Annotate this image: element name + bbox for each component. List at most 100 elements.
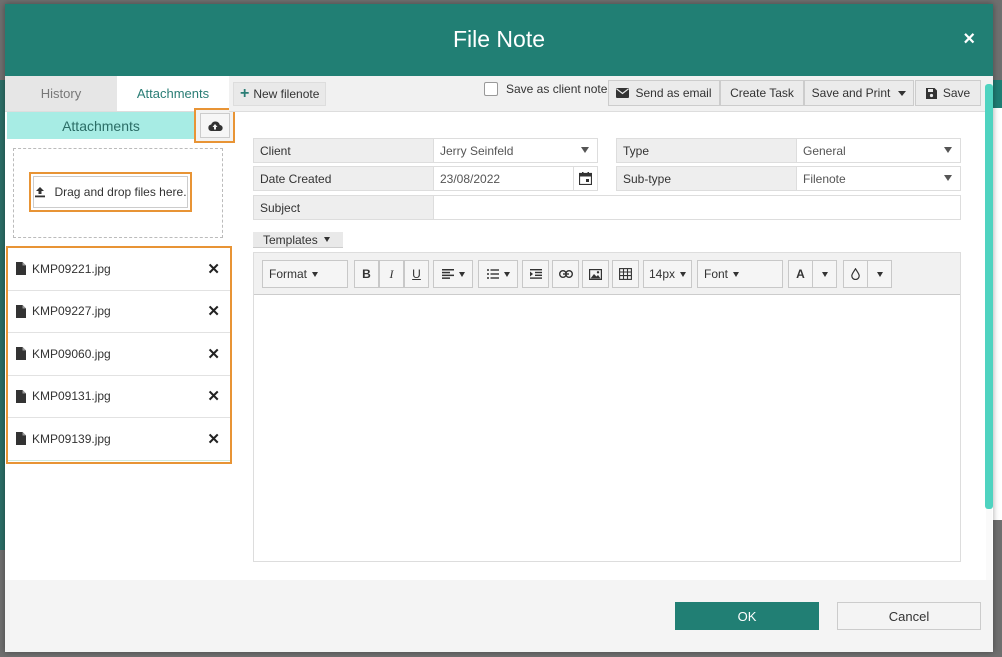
indent-icon <box>529 269 542 279</box>
tab-history[interactable]: History <box>5 76 117 111</box>
date-input[interactable]: 23/08/2022 <box>434 167 597 190</box>
underline-button[interactable]: U <box>404 260 429 288</box>
subtype-select[interactable]: Filenote <box>797 167 960 190</box>
list-item[interactable]: KMP09221.jpg ✕ <box>8 248 230 291</box>
subject-input[interactable] <box>434 196 960 219</box>
editor-content[interactable] <box>254 296 960 561</box>
drag-drop-label: Drag and drop files here. <box>54 185 187 199</box>
image-icon <box>589 268 602 280</box>
editor-toolbar: Format B I U 14px Font A <box>254 253 960 295</box>
chevron-down-icon <box>581 147 589 153</box>
rich-text-editor: Format B I U 14px Font A <box>253 252 961 562</box>
font-size-value: 14px <box>648 267 676 281</box>
list-dropdown[interactable] <box>478 260 518 288</box>
remove-file-icon[interactable]: ✕ <box>207 387 220 405</box>
bullet-list-icon <box>486 269 499 279</box>
upload-icon <box>35 187 46 198</box>
list-item[interactable]: KMP09131.jpg ✕ <box>8 376 230 418</box>
subject-row: Subject <box>253 195 961 220</box>
text-color-button[interactable]: A <box>788 260 813 288</box>
new-filenote-label: New filenote <box>253 87 320 101</box>
caret-down-icon <box>312 271 319 277</box>
upload-button[interactable] <box>194 108 235 143</box>
templates-label: Templates <box>263 232 318 247</box>
file-name: KMP09060.jpg <box>32 346 111 361</box>
save-as-client-note-label: Save as client note <box>506 82 608 96</box>
remove-file-icon[interactable]: ✕ <box>207 345 220 363</box>
align-left-icon <box>441 269 454 279</box>
list-item[interactable]: KMP09227.jpg ✕ <box>8 291 230 333</box>
client-row: Client Jerry Seinfeld <box>253 138 598 163</box>
italic-button[interactable]: I <box>379 260 404 288</box>
type-select[interactable]: General <box>797 139 960 162</box>
caret-down-icon <box>898 90 907 96</box>
align-dropdown[interactable] <box>433 260 473 288</box>
caret-down-icon <box>503 271 510 277</box>
calendar-icon[interactable] <box>573 167 597 190</box>
tab-attachments[interactable]: Attachments <box>117 76 229 111</box>
send-as-email-button[interactable]: Send as email <box>608 80 720 106</box>
background-color-button[interactable] <box>843 260 868 288</box>
left-panel: History Attachments Attachments Drag and… <box>5 76 235 580</box>
save-as-client-note[interactable]: Save as client note <box>484 82 607 96</box>
font-size-dropdown[interactable]: 14px <box>643 260 692 288</box>
subtype-row: Sub-type Filenote <box>616 166 961 191</box>
format-dropdown[interactable]: Format <box>262 260 348 288</box>
table-icon <box>619 268 632 280</box>
type-row: Type General <box>616 138 961 163</box>
caret-down-icon <box>821 271 828 277</box>
remove-file-icon[interactable]: ✕ <box>207 260 220 278</box>
caret-down-icon <box>876 271 883 277</box>
dialog-title: File Note <box>452 26 546 52</box>
remove-file-icon[interactable]: ✕ <box>207 430 220 448</box>
save-and-print-label: Save and Print <box>811 86 891 100</box>
subject-label: Subject <box>254 196 434 219</box>
image-button[interactable] <box>582 260 609 288</box>
save-and-print-button[interactable]: Save and Print <box>804 80 914 106</box>
save-button[interactable]: Save <box>915 80 981 106</box>
format-label: Format <box>269 267 308 281</box>
client-select[interactable]: Jerry Seinfeld <box>434 139 597 162</box>
font-family-dropdown[interactable]: Font <box>697 260 783 288</box>
subtype-value: Filenote <box>803 171 846 186</box>
save-as-client-note-checkbox[interactable] <box>484 82 498 96</box>
save-label: Save <box>942 86 971 100</box>
caret-down-icon <box>458 271 465 277</box>
dialog-body: History Attachments Attachments Drag and… <box>5 76 993 580</box>
indent-button[interactable] <box>522 260 549 288</box>
close-icon[interactable]: × <box>963 28 975 51</box>
floppy-disk-icon <box>925 87 937 99</box>
background-color-dropdown[interactable] <box>867 260 892 288</box>
chevron-down-icon <box>944 175 952 181</box>
templates-dropdown[interactable]: Templates <box>253 232 343 248</box>
file-icon <box>16 304 26 318</box>
dialog-footer: OK Cancel <box>5 580 993 652</box>
client-value: Jerry Seinfeld <box>440 143 514 158</box>
date-row: Date Created 23/08/2022 <box>253 166 598 191</box>
action-bar: + New filenote Save as client note Send … <box>229 76 993 112</box>
drag-drop-button[interactable]: Drag and drop files here. <box>29 172 192 212</box>
file-icon <box>16 347 26 361</box>
cancel-button[interactable]: Cancel <box>837 602 981 630</box>
text-color-dropdown[interactable] <box>812 260 837 288</box>
client-label: Client <box>254 139 434 162</box>
remove-file-icon[interactable]: ✕ <box>207 302 220 320</box>
ok-button[interactable]: OK <box>675 602 819 630</box>
dialog-header: File Note × <box>5 4 993 76</box>
link-button[interactable] <box>552 260 579 288</box>
list-item[interactable]: KMP09139.jpg ✕ <box>8 418 230 461</box>
table-button[interactable] <box>612 260 639 288</box>
new-filenote-button[interactable]: + New filenote <box>233 82 327 106</box>
bold-button[interactable]: B <box>354 260 379 288</box>
create-task-button[interactable]: Create Task <box>720 80 804 106</box>
type-value: General <box>803 143 846 158</box>
file-icon <box>16 262 26 276</box>
scrollbar-thumb[interactable] <box>985 84 993 509</box>
envelope-icon <box>616 88 630 98</box>
caret-down-icon <box>323 237 330 242</box>
file-note-dialog: File Note × History Attachments Attachme… <box>5 4 993 652</box>
file-name: KMP09131.jpg <box>32 389 111 404</box>
list-item[interactable]: KMP09060.jpg ✕ <box>8 333 230 376</box>
send-as-email-label: Send as email <box>635 86 712 100</box>
chevron-down-icon <box>944 147 952 153</box>
